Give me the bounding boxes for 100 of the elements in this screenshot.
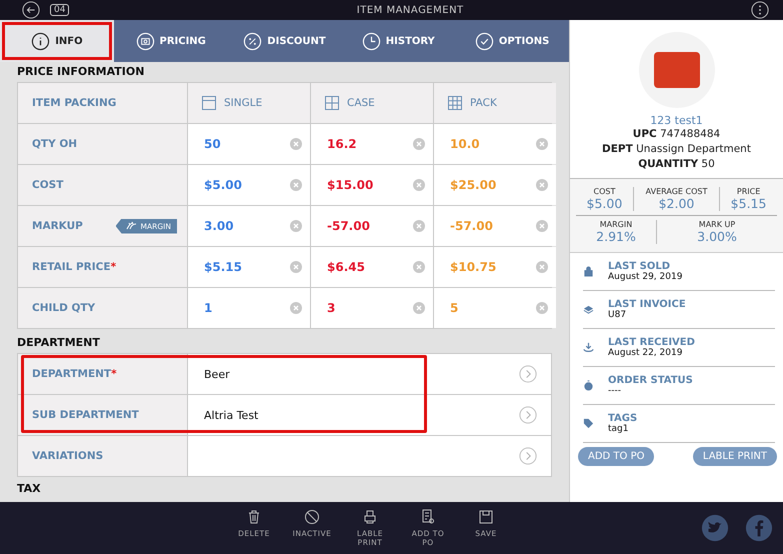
stopwatch-icon — [583, 380, 594, 391]
activity-label: LAST RECEIVED — [608, 337, 695, 348]
activity-value: August 22, 2019 — [608, 348, 684, 358]
tab[interactable]: HISTORY — [341, 20, 456, 62]
single-grid-icon — [202, 96, 216, 110]
tab[interactable]: OPTIONS — [455, 20, 569, 62]
bird-icon[interactable] — [701, 514, 729, 542]
activity-label: LAST INVOICE — [608, 299, 686, 310]
activity-label: TAGS — [608, 413, 638, 424]
stat-value: $5.00 — [586, 196, 622, 211]
section-heading: TAX — [17, 481, 42, 497]
blocked-icon — [304, 509, 320, 525]
clear-icon[interactable] — [536, 179, 548, 191]
column-label: PACK — [470, 97, 497, 109]
activity-label: ORDER STATUS — [608, 375, 693, 386]
activity-value: August 29, 2019 — [608, 272, 682, 282]
info-icon — [31, 32, 50, 50]
clear-icon[interactable] — [413, 302, 425, 314]
column-label: SINGLE — [224, 97, 262, 109]
section-heading: PRICE INFORMATION — [17, 64, 146, 80]
check-circle-icon — [474, 32, 494, 50]
row-label: DEPARTMENT* — [32, 368, 117, 380]
value-field[interactable]: 3.00 — [204, 219, 234, 233]
value-field[interactable]: -57.00 — [327, 219, 370, 233]
download-icon — [583, 342, 594, 353]
clear-icon[interactable] — [413, 261, 425, 273]
window-title: ITEM MANAGEMENT — [356, 4, 464, 16]
value-text: Beer — [204, 368, 230, 380]
more-menu-icon[interactable] — [750, 1, 769, 19]
calendar-badge[interactable]: 04 — [50, 4, 70, 16]
stat-label: MARGIN — [600, 220, 632, 229]
pack-grid-icon — [448, 96, 462, 110]
item-detail: DEPT Unassign Department — [602, 142, 751, 157]
chevron-right-icon[interactable] — [519, 447, 537, 465]
clear-icon[interactable] — [536, 138, 548, 150]
chevron-right-icon[interactable] — [519, 406, 537, 424]
hand-icon — [126, 221, 138, 231]
stat-value: $2.00 — [658, 196, 694, 211]
value-field[interactable]: $5.15 — [204, 260, 242, 274]
clear-icon[interactable] — [536, 220, 548, 232]
clear-icon[interactable] — [290, 138, 302, 150]
clear-icon[interactable] — [413, 138, 425, 150]
section-heading: DEPARTMENT — [17, 335, 101, 351]
row-label: RETAIL PRICE* — [32, 261, 116, 273]
printer-icon — [362, 509, 378, 525]
clear-icon[interactable] — [413, 179, 425, 191]
stat-value: 2.91% — [596, 229, 636, 244]
item-name: 123 test1 — [650, 114, 703, 127]
tag-icon — [583, 418, 594, 429]
row-label: CHILD QTY — [32, 302, 96, 314]
row-label: COST — [32, 179, 64, 191]
clock-icon — [362, 32, 381, 50]
stat-label: COST — [594, 187, 616, 196]
clear-icon[interactable] — [536, 302, 548, 314]
value-field[interactable]: 1 — [204, 301, 212, 315]
action-button[interactable]: ADD TO PO — [578, 447, 654, 466]
value-field[interactable]: 16.2 — [327, 137, 357, 151]
stat-label: MARK UP — [698, 220, 736, 229]
clear-icon[interactable] — [290, 179, 302, 191]
item-detail: QUANTITY 50 — [638, 157, 715, 172]
tab[interactable]: PRICING — [114, 20, 228, 62]
stack-icon — [583, 304, 594, 315]
stat-value: $5.15 — [730, 196, 766, 211]
clear-icon[interactable] — [290, 220, 302, 232]
floppy-icon — [478, 509, 494, 525]
stat-value: 3.00% — [697, 229, 737, 244]
letter-f-icon[interactable] — [745, 514, 773, 542]
value-field[interactable]: $15.00 — [327, 178, 374, 192]
column-label: CASE — [347, 97, 375, 109]
row-label: VARIATIONS — [32, 450, 104, 462]
value-field[interactable]: $5.00 — [204, 178, 242, 192]
value-text: Altria Test — [204, 408, 258, 422]
item-detail: UPC 747488484 — [632, 127, 720, 142]
clear-icon[interactable] — [413, 220, 425, 232]
activity-value: ---- — [608, 386, 622, 396]
activity-value: tag1 — [608, 424, 630, 434]
stat-label: AVERAGE COST — [646, 187, 708, 196]
percent-icon — [243, 32, 262, 50]
row-label: QTY OH — [32, 138, 78, 150]
clear-icon[interactable] — [290, 302, 302, 314]
activity-value: U87 — [608, 310, 628, 320]
tab[interactable]: INFO — [0, 20, 114, 62]
action-button[interactable]: LABLE PRINT — [692, 447, 777, 466]
tab[interactable]: DISCOUNT — [228, 20, 342, 62]
case-grid-icon — [325, 96, 339, 110]
activity-label: LAST SOLD — [608, 261, 671, 272]
stat-label: PRICE — [736, 187, 760, 196]
clear-icon[interactable] — [290, 261, 302, 273]
trash-icon — [246, 509, 262, 525]
row-label: ITEM PACKING — [18, 83, 187, 123]
chevron-right-icon[interactable] — [519, 365, 537, 383]
clear-icon[interactable] — [536, 261, 548, 273]
value-field[interactable]: 50 — [204, 137, 221, 151]
document-icon — [420, 509, 436, 525]
bag-icon — [583, 266, 594, 277]
row-label: MARKUP — [32, 220, 83, 232]
value-field[interactable]: $6.45 — [327, 260, 365, 274]
camera-icon — [136, 32, 154, 50]
row-label: SUB DEPARTMENT — [32, 409, 139, 421]
value-field[interactable]: 3 — [327, 301, 336, 315]
